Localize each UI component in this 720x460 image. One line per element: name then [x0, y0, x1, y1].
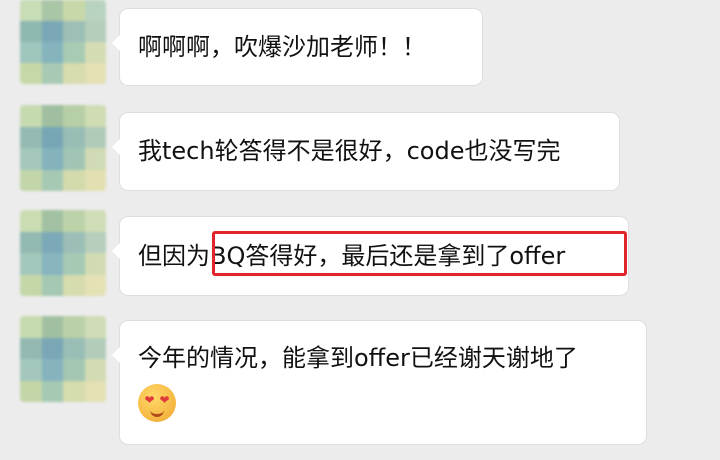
message-bubble[interactable]: 但因为BQ答得好，最后还是拿到了offer: [112, 217, 628, 295]
avatar[interactable]: [20, 316, 106, 402]
message-text: 啊啊啊，吹爆沙加老师！！: [138, 33, 426, 61]
avatar[interactable]: [20, 0, 106, 84]
avatar[interactable]: [20, 105, 106, 191]
message-text-highlighted: BQ答得好，最后还是拿到了offer: [210, 242, 566, 270]
message-bubble[interactable]: 啊啊啊，吹爆沙加老师！！: [112, 9, 482, 85]
message-text: 我tech轮答得不是很好，code也没写完: [138, 137, 561, 165]
message-bubble[interactable]: 今年的情况，能拿到offer已经谢天谢地了 ❤ ❤: [112, 321, 646, 444]
avatar[interactable]: [20, 210, 106, 296]
message-text: 今年的情况，能拿到offer已经谢天谢地了: [138, 344, 578, 372]
heart-eyes-emoji-icon: ❤ ❤: [138, 384, 176, 422]
message-text-plain: 但因为: [138, 242, 210, 270]
message-bubble[interactable]: 我tech轮答得不是很好，code也没写完: [112, 113, 619, 190]
